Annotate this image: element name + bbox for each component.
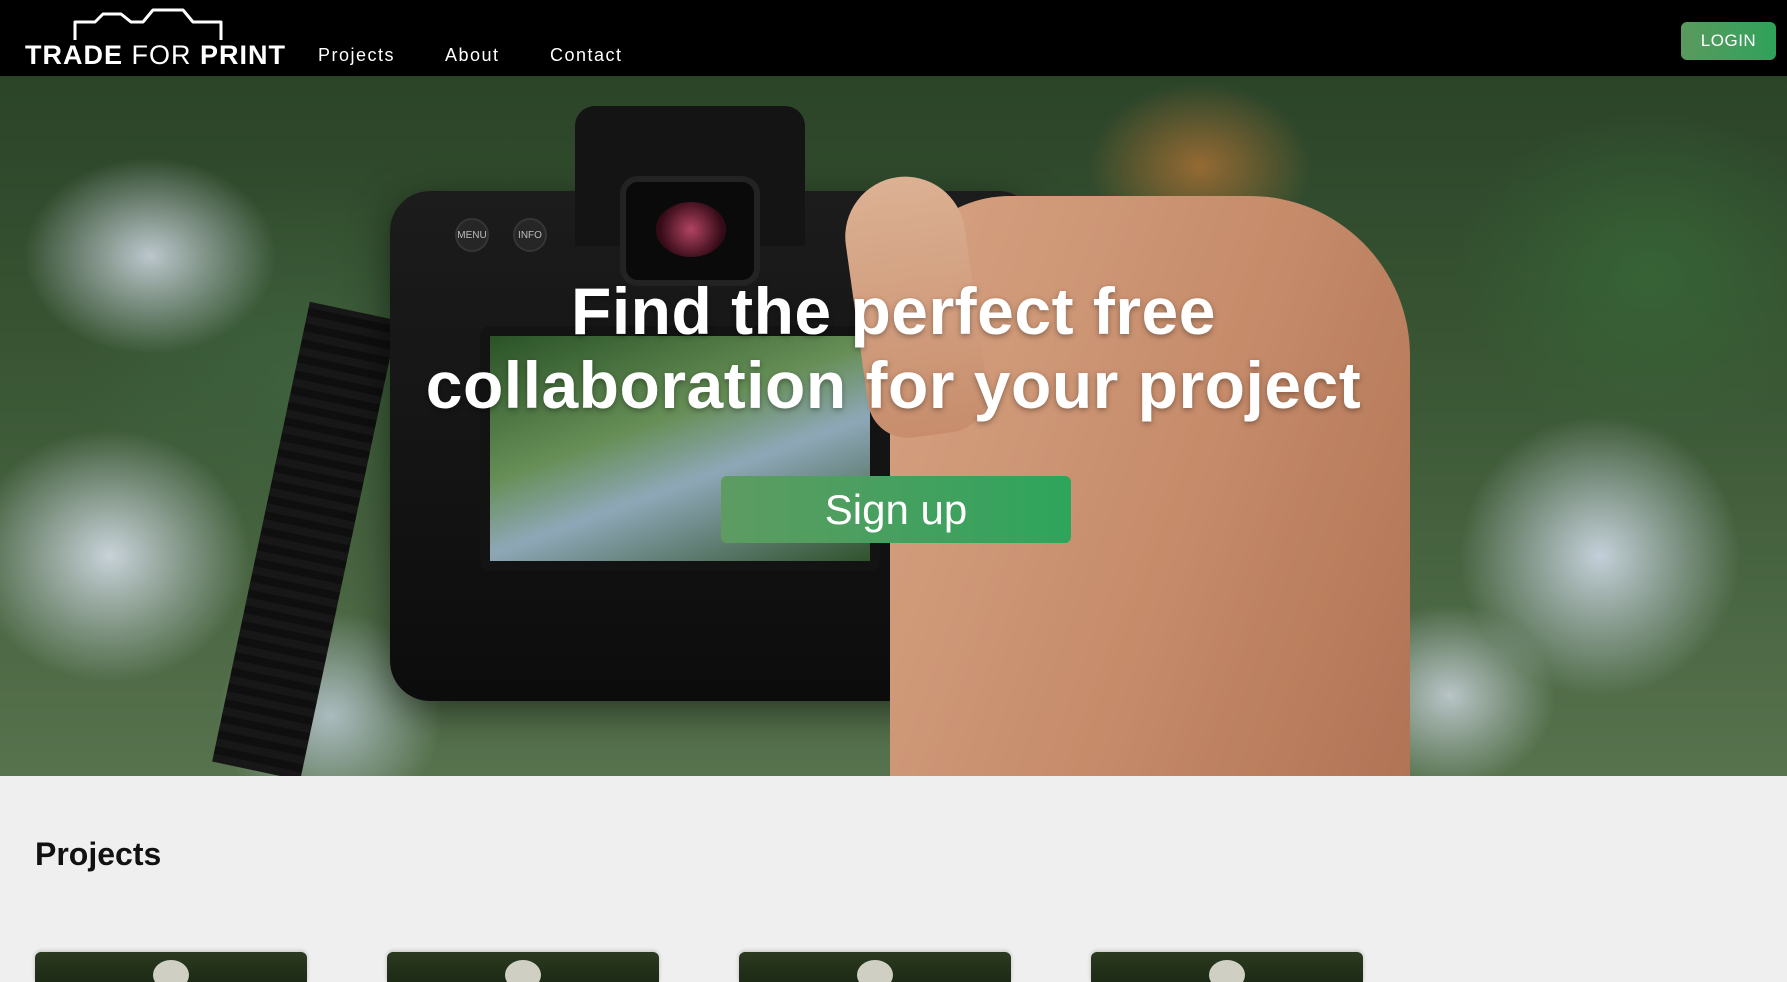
login-button[interactable]: LOGIN xyxy=(1681,22,1776,60)
nav-link-contact[interactable]: Contact xyxy=(550,46,623,64)
hero-title-line-2: collaboration for your project xyxy=(425,348,1362,422)
hero-banner: MENU INFO Find the perfect free collabor… xyxy=(0,76,1787,776)
nav-link-projects[interactable]: Projects xyxy=(318,46,395,64)
hero-title: Find the perfect free collaboration for … xyxy=(0,274,1787,422)
nav-link-about[interactable]: About xyxy=(445,46,500,64)
hero-overlay xyxy=(0,76,1787,776)
project-card[interactable] xyxy=(35,952,307,982)
projects-heading: Projects xyxy=(35,836,162,872)
camera-outline-icon xyxy=(73,8,223,40)
project-card[interactable] xyxy=(1091,952,1363,982)
signup-button[interactable]: Sign up xyxy=(721,476,1071,543)
project-card[interactable] xyxy=(387,952,659,982)
brand-word-print: PRINT xyxy=(200,40,287,70)
hero-title-line-1: Find the perfect free xyxy=(571,274,1216,348)
brand-word-trade: TRADE xyxy=(25,40,123,70)
project-card[interactable] xyxy=(739,952,1011,982)
brand-logo[interactable]: TRADE FOR PRINT xyxy=(25,4,285,72)
brand-wordmark: TRADE FOR PRINT xyxy=(25,42,286,69)
brand-word-for: FOR xyxy=(131,40,192,70)
top-navbar: TRADE FOR PRINT Projects About Contact L… xyxy=(0,0,1787,76)
